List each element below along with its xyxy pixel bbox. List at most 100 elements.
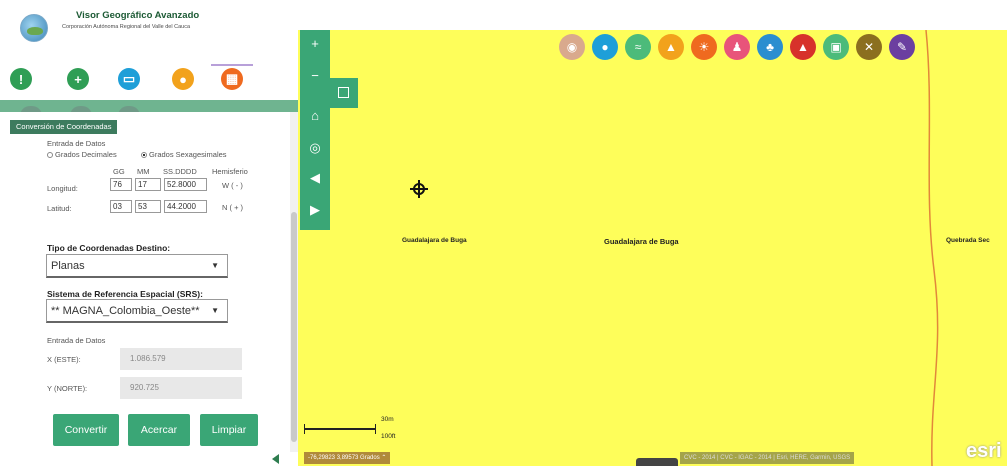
info-tool-button[interactable]: !	[10, 68, 32, 90]
scale-tick	[375, 424, 376, 434]
zoom-button[interactable]: Acercar	[128, 414, 190, 446]
longitud-ss-input[interactable]: 52.8000	[164, 178, 207, 191]
input-heading: Entrada de Datos	[47, 139, 106, 148]
latitud-gg-input[interactable]: 03	[110, 200, 132, 213]
place-label: Quebrada Sec	[946, 237, 990, 244]
map-top-area	[298, 0, 1007, 30]
panel-scrollbar[interactable]	[290, 112, 298, 452]
converter-panel	[0, 112, 290, 452]
x-este-field: 1.086.579	[120, 348, 242, 370]
radio-decimal-icon[interactable]	[47, 152, 53, 159]
coordinate-converter-button[interactable]: ▦	[221, 68, 243, 90]
brush-layer-icon: ✎	[896, 40, 908, 54]
chevron-down-icon: ▼	[211, 261, 219, 270]
pin-icon: ●	[179, 71, 187, 87]
home-icon[interactable]: ⌂	[300, 108, 330, 123]
plant-layer-icon: ♣	[766, 40, 774, 54]
collapse-panel-icon[interactable]	[272, 454, 279, 464]
toolbar-divider	[0, 100, 298, 112]
place-label: Guadalajara de Buga	[604, 237, 679, 246]
scale-tick	[304, 424, 305, 434]
active-tool-indicator	[211, 64, 253, 66]
scroll-thumb[interactable]	[291, 212, 297, 442]
river-line	[925, 30, 939, 466]
location-tool-button[interactable]: ●	[172, 68, 194, 90]
layer-button-4[interactable]: ▲	[658, 34, 684, 60]
layer-button-11[interactable]: ✎	[889, 34, 915, 60]
scale-feet: 100ft	[381, 433, 396, 440]
y-norte-field: 920.725	[120, 377, 242, 399]
scale-bar	[304, 428, 376, 430]
app-subtitle: Corporación Autónoma Regional del Valle …	[62, 24, 191, 30]
locate-icon[interactable]: ◎	[300, 140, 330, 156]
y-norte-label: Y (NORTE):	[47, 384, 88, 393]
panel-title: Conversión de Coordenadas	[10, 120, 118, 134]
calculator-icon: ▦	[225, 71, 239, 86]
layer-button-9[interactable]: ▣	[823, 34, 849, 60]
srs-select[interactable]: ** MAGNA_Colombia_Oeste** ▼	[46, 299, 228, 323]
wind-layer-icon: ≈	[634, 40, 642, 54]
tools-layer-icon: ✕	[863, 40, 875, 54]
layer-button-3[interactable]: ≈	[625, 34, 651, 60]
info-icon: !	[18, 71, 24, 87]
ruler-icon: ▭	[122, 71, 136, 86]
animal-layer-icon: ▲	[665, 40, 677, 54]
layer-button-8[interactable]: ▲	[790, 34, 816, 60]
forward-arrow-icon[interactable]: ▶	[300, 202, 330, 218]
tan-pin-layer-icon: ◉	[566, 40, 578, 54]
chevron-down-icon: ▼	[211, 306, 219, 315]
map-attribution: CVC - 2014 | CVC - IGAC - 2014 | Esri, H…	[680, 452, 855, 464]
map-navigation: + − ⌂ ◎ ◀ ▶	[300, 30, 330, 230]
coordinates-readout: -76,29823 3,89573 Grados ⌃	[304, 452, 391, 464]
longitud-gg-input[interactable]: 76	[110, 178, 132, 191]
back-arrow-icon[interactable]: ◀	[300, 170, 330, 186]
layer-button-2[interactable]: ●	[592, 34, 618, 60]
srs-label: Sistema de Referencia Espacial (SRS):	[47, 289, 203, 299]
layer-button-10[interactable]: ✕	[856, 34, 882, 60]
zoom-in-icon[interactable]: +	[300, 36, 330, 51]
convert-button[interactable]: Convertir	[53, 414, 119, 446]
radio-decimal[interactable]: Grados Decimales	[47, 150, 117, 159]
layer-button-7[interactable]: ♣	[757, 34, 783, 60]
output-heading: Entrada de Datos	[47, 336, 106, 345]
dest-type-label: Tipo de Coordenadas Destino:	[47, 243, 171, 253]
radio-sexagesimal[interactable]: Grados Sexagesimales	[141, 150, 227, 159]
extent-button[interactable]	[330, 78, 358, 108]
clear-button[interactable]: Limpiar	[200, 414, 258, 446]
bottom-panel-toggle[interactable]	[636, 458, 678, 466]
place-label: Guadalajara de Buga	[402, 237, 467, 244]
latitud-mm-input[interactable]: 53	[135, 200, 161, 213]
app-logo	[20, 14, 48, 42]
plus-icon: +	[74, 71, 82, 87]
crosshair-marker-icon	[410, 180, 428, 198]
scale-meters: 30m	[381, 416, 394, 423]
tool-bar: ! + ▭ ● ▦	[0, 60, 298, 100]
app-title: Visor Geográfico Avanzado	[76, 10, 200, 21]
people-layer-icon: ♟	[731, 40, 743, 54]
layer-button-5[interactable]: ☀	[691, 34, 717, 60]
x-este-label: X (ESTE):	[47, 355, 81, 364]
layer-button-1[interactable]: ◉	[559, 34, 585, 60]
extent-icon	[338, 87, 349, 98]
map-canvas[interactable]	[298, 30, 1007, 466]
water-drop-layer-icon: ●	[601, 40, 609, 54]
col-gg: GG	[113, 167, 125, 176]
radio-sexagesimal-icon[interactable]	[141, 152, 147, 159]
mountain-layer-icon: ▲	[797, 40, 809, 54]
col-ss: SS.DDDD	[163, 167, 197, 176]
longitud-label: Longitud:	[47, 184, 78, 193]
layer-button-6[interactable]: ♟	[724, 34, 750, 60]
add-tool-button[interactable]: +	[67, 68, 89, 90]
latitud-hemisferio: N ( + )	[222, 203, 244, 212]
chevron-up-icon[interactable]: ⌃	[381, 455, 386, 461]
latitud-label: Latitud:	[47, 204, 72, 213]
col-mm: MM	[137, 167, 150, 176]
longitud-mm-input[interactable]: 17	[135, 178, 161, 191]
latitud-ss-input[interactable]: 44.2000	[164, 200, 207, 213]
col-hemisferio: Hemisferio	[212, 167, 248, 176]
dest-type-select[interactable]: Planas ▼	[46, 254, 228, 278]
measure-tool-button[interactable]: ▭	[118, 68, 140, 90]
esri-logo: esri	[966, 440, 1002, 462]
weather-layer-icon: ☀	[698, 40, 710, 54]
zoom-out-icon[interactable]: −	[300, 68, 330, 83]
